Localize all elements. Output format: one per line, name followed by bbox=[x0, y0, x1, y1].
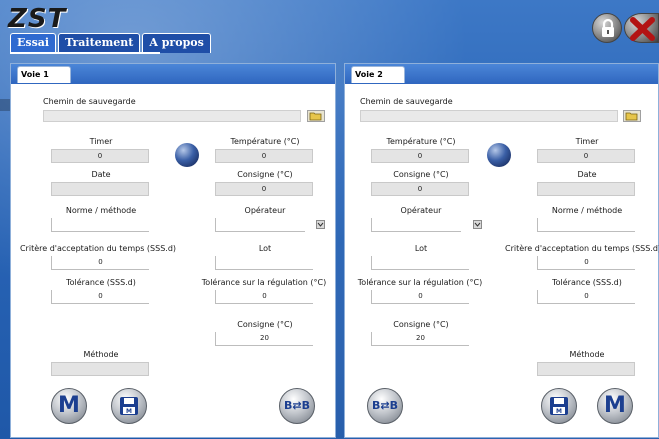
tol-regulation-label: Tolérance sur la régulation (°C) bbox=[357, 278, 483, 287]
critere-label: Critère d'acceptation du temps (SSS.d) bbox=[505, 244, 659, 253]
consigne-field: 0 bbox=[215, 182, 313, 196]
operateur-select[interactable] bbox=[215, 218, 305, 232]
voie-2-tab[interactable]: Voie 2 bbox=[351, 66, 405, 83]
voie-1-tab[interactable]: Voie 1 bbox=[17, 66, 71, 83]
tabs-underline bbox=[10, 52, 160, 54]
methode-field bbox=[537, 362, 635, 376]
browse-folder-button[interactable] bbox=[307, 110, 325, 122]
critere-label: Critère d'acceptation du temps (SSS.d) bbox=[19, 244, 177, 253]
folder-icon bbox=[625, 112, 638, 121]
app-logo: ZST bbox=[8, 4, 67, 34]
consigne2-input[interactable]: 20 bbox=[215, 332, 313, 346]
lot-label: Lot bbox=[414, 244, 428, 253]
tolerance-label: Tolérance (SSS.d) bbox=[66, 278, 136, 287]
timer-field: 0 bbox=[537, 149, 635, 163]
operateur-select[interactable] bbox=[371, 218, 461, 232]
date-field bbox=[537, 182, 635, 196]
status-indicator bbox=[487, 143, 511, 167]
svg-text:M: M bbox=[556, 408, 562, 415]
critere-input[interactable]: 0 bbox=[51, 256, 149, 270]
consigne-field: 0 bbox=[371, 182, 469, 196]
operateur-dropdown-button[interactable] bbox=[316, 220, 325, 229]
lot-input[interactable] bbox=[371, 256, 469, 270]
save-button[interactable]: M bbox=[111, 388, 147, 424]
timer-label: Timer bbox=[89, 137, 113, 146]
temperature-field: 0 bbox=[371, 149, 469, 163]
consigne-label: Consigne (°C) bbox=[393, 170, 449, 179]
chevron-down-icon bbox=[474, 222, 481, 227]
transfer-button[interactable]: B⇄B bbox=[279, 388, 315, 424]
date-label: Date bbox=[577, 170, 597, 179]
browse-folder-button[interactable] bbox=[623, 110, 641, 122]
temperature-label: Température (°C) bbox=[230, 137, 300, 146]
temperature-label: Température (°C) bbox=[386, 137, 456, 146]
date-field bbox=[51, 182, 149, 196]
lot-input[interactable] bbox=[215, 256, 313, 270]
lock-icon bbox=[602, 18, 614, 37]
m-button[interactable]: M bbox=[51, 388, 87, 424]
path-input[interactable] bbox=[360, 110, 618, 122]
save-button[interactable]: M bbox=[541, 388, 577, 424]
tolerance-input[interactable]: 0 bbox=[537, 290, 635, 304]
operateur-label: Opérateur bbox=[244, 206, 286, 215]
norme-input[interactable] bbox=[51, 218, 149, 232]
tol-regulation-input[interactable]: 0 bbox=[371, 290, 469, 304]
svg-text:M: M bbox=[126, 408, 132, 415]
close-icon bbox=[630, 17, 655, 41]
transfer-button[interactable]: B⇄B bbox=[367, 388, 403, 424]
lot-label: Lot bbox=[258, 244, 272, 253]
tol-regulation-label: Tolérance sur la régulation (°C) bbox=[201, 278, 327, 287]
path-input[interactable] bbox=[43, 110, 301, 122]
lock-button[interactable] bbox=[592, 13, 622, 43]
tab-essai[interactable]: Essai bbox=[10, 33, 57, 53]
floppy-disk-icon: M bbox=[120, 397, 138, 415]
methode-label: Méthode bbox=[83, 350, 119, 359]
critere-input[interactable]: 0 bbox=[537, 256, 635, 270]
operateur-dropdown-button[interactable] bbox=[473, 220, 482, 229]
close-button[interactable] bbox=[624, 13, 659, 43]
consigne2-input[interactable]: 20 bbox=[371, 332, 469, 346]
date-label: Date bbox=[91, 170, 111, 179]
panel-voie-2: Voie 2 Chemin de sauvegarde Température … bbox=[344, 63, 659, 438]
tab-traitement[interactable]: Traitement bbox=[58, 33, 141, 53]
left-edge-strip bbox=[0, 99, 10, 111]
tab-a-propos[interactable]: A propos bbox=[142, 33, 211, 53]
methode-field bbox=[51, 362, 149, 376]
operateur-label: Opérateur bbox=[400, 206, 442, 215]
panel-voie-1: Voie 1 Chemin de sauvegarde Timer 0 Date… bbox=[10, 63, 336, 438]
norme-label: Norme / méthode bbox=[65, 206, 137, 215]
norme-label: Norme / méthode bbox=[551, 206, 623, 215]
tolerance-input[interactable]: 0 bbox=[51, 290, 149, 304]
tol-regulation-input[interactable]: 0 bbox=[215, 290, 313, 304]
tolerance-label: Tolérance (SSS.d) bbox=[552, 278, 622, 287]
m-button[interactable]: M bbox=[597, 388, 633, 424]
status-indicator bbox=[175, 143, 199, 167]
path-label: Chemin de sauvegarde bbox=[360, 97, 453, 106]
main-tabs: Essai Traitement A propos bbox=[10, 33, 213, 53]
consigne-label: Consigne (°C) bbox=[237, 170, 293, 179]
folder-icon bbox=[309, 112, 322, 121]
consigne2-label: Consigne (°C) bbox=[237, 320, 293, 329]
chevron-down-icon bbox=[317, 222, 324, 227]
temperature-field: 0 bbox=[215, 149, 313, 163]
path-label: Chemin de sauvegarde bbox=[43, 97, 136, 106]
timer-label: Timer bbox=[575, 137, 599, 146]
methode-label: Méthode bbox=[569, 350, 605, 359]
floppy-disk-icon: M bbox=[550, 397, 568, 415]
norme-input[interactable] bbox=[537, 218, 635, 232]
consigne2-label: Consigne (°C) bbox=[393, 320, 449, 329]
timer-field: 0 bbox=[51, 149, 149, 163]
